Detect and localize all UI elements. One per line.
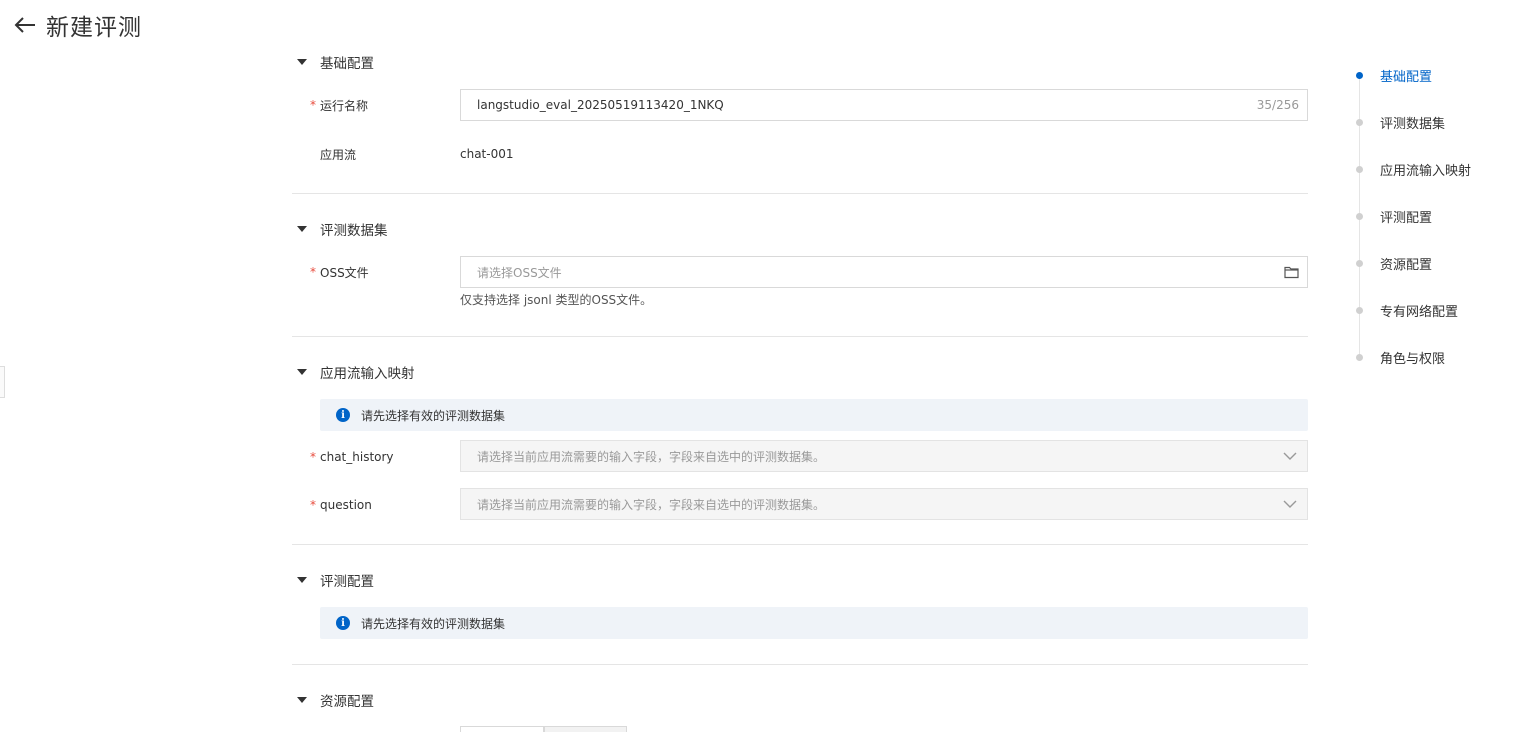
anchor-label: 评测配置 — [1380, 210, 1433, 226]
alert-text: 请先选择有效的评测数据集 — [361, 616, 506, 631]
page-title: 新建评测 — [46, 15, 142, 41]
chevron-down-icon — [1283, 497, 1297, 514]
folder-icon[interactable] — [1284, 265, 1299, 282]
section-header-resource[interactable]: 资源配置 — [292, 690, 374, 710]
anchor-dot — [1356, 118, 1363, 126]
caret-down-icon — [297, 59, 307, 65]
info-icon: i — [336, 616, 350, 630]
section-divider — [292, 336, 1308, 337]
section-divider — [292, 544, 1308, 545]
anchor-item-vpc[interactable]: 专有网络配置 — [1352, 299, 1458, 321]
resource-type-tabs[interactable] — [460, 726, 627, 732]
oss-file-helper: 仅支持选择 jsonl 类型的OSS文件。 — [460, 293, 653, 307]
caret-down-icon — [297, 577, 307, 583]
section-header-mapping[interactable]: 应用流输入映射 — [292, 362, 415, 382]
sidebar-collapse-handle[interactable] — [0, 366, 5, 398]
anchor-item-mapping[interactable]: 应用流输入映射 — [1352, 158, 1471, 180]
chat-history-placeholder: 请选择当前应用流需要的输入字段，字段来自选中的评测数据集。 — [477, 449, 826, 464]
anchor-dot — [1356, 212, 1363, 220]
anchor-item-basic[interactable]: 基础配置 — [1352, 64, 1432, 86]
run-name-label: * 运行名称 — [310, 98, 369, 113]
back-arrow-icon[interactable] — [12, 12, 38, 38]
chevron-down-icon — [1283, 449, 1297, 466]
section-header-dataset[interactable]: 评测数据集 — [292, 219, 388, 239]
anchor-label: 角色与权限 — [1380, 351, 1446, 367]
anchor-item-eval[interactable]: 评测配置 — [1352, 205, 1432, 227]
anchor-item-role[interactable]: 角色与权限 — [1352, 346, 1445, 368]
info-alert: i 请先选择有效的评测数据集 — [320, 607, 1308, 639]
section-header-eval[interactable]: 评测配置 — [292, 570, 374, 590]
section-title-mapping: 应用流输入映射 — [320, 366, 415, 382]
anchor-dot — [1356, 306, 1363, 314]
run-name-value: langstudio_eval_20250519113420_1NKQ — [477, 98, 724, 112]
anchor-label: 评测数据集 — [1380, 116, 1446, 132]
oss-file-placeholder: 请选择OSS文件 — [477, 265, 562, 280]
flow-value: chat-001 — [460, 147, 514, 161]
anchor-dot — [1356, 165, 1363, 173]
section-title-basic: 基础配置 — [320, 56, 374, 72]
anchor-item-dataset[interactable]: 评测数据集 — [1352, 111, 1445, 133]
question-select[interactable]: 请选择当前应用流需要的输入字段，字段来自选中的评测数据集。 — [460, 488, 1308, 520]
anchor-dot — [1356, 353, 1363, 361]
char-count: 35/256 — [1256, 98, 1299, 112]
info-alert: i 请先选择有效的评测数据集 — [320, 399, 1308, 431]
chat-history-select[interactable]: 请选择当前应用流需要的输入字段，字段来自选中的评测数据集。 — [460, 440, 1308, 472]
section-header-basic[interactable]: 基础配置 — [292, 52, 374, 72]
section-title-resource: 资源配置 — [320, 694, 374, 710]
section-divider — [292, 193, 1308, 194]
alert-text: 请先选择有效的评测数据集 — [361, 408, 506, 423]
section-title-eval: 评测配置 — [320, 574, 374, 590]
anchor-label: 应用流输入映射 — [1380, 163, 1472, 179]
flow-label: 应用流 — [320, 147, 357, 162]
caret-down-icon — [297, 697, 307, 703]
run-name-input[interactable]: langstudio_eval_20250519113420_1NKQ 35/2… — [460, 89, 1308, 121]
info-icon: i — [336, 408, 350, 422]
section-divider — [292, 664, 1308, 665]
section-title-dataset: 评测数据集 — [320, 223, 388, 239]
oss-file-input[interactable]: 请选择OSS文件 — [460, 256, 1308, 288]
anchor-dot — [1356, 71, 1363, 79]
anchor-dot — [1356, 259, 1363, 267]
question-label: * question — [310, 498, 372, 512]
anchor-label: 专有网络配置 — [1380, 304, 1459, 320]
anchor-label: 基础配置 — [1380, 69, 1433, 85]
caret-down-icon — [297, 369, 307, 375]
question-placeholder: 请选择当前应用流需要的输入字段，字段来自选中的评测数据集。 — [477, 497, 826, 512]
oss-file-label: * OSS文件 — [310, 265, 369, 280]
caret-down-icon — [297, 226, 307, 232]
chat-history-label: * chat_history — [310, 450, 394, 464]
anchor-label: 资源配置 — [1380, 257, 1433, 273]
anchor-item-resource[interactable]: 资源配置 — [1352, 252, 1432, 274]
page-header: 新建评测 — [12, 8, 142, 42]
